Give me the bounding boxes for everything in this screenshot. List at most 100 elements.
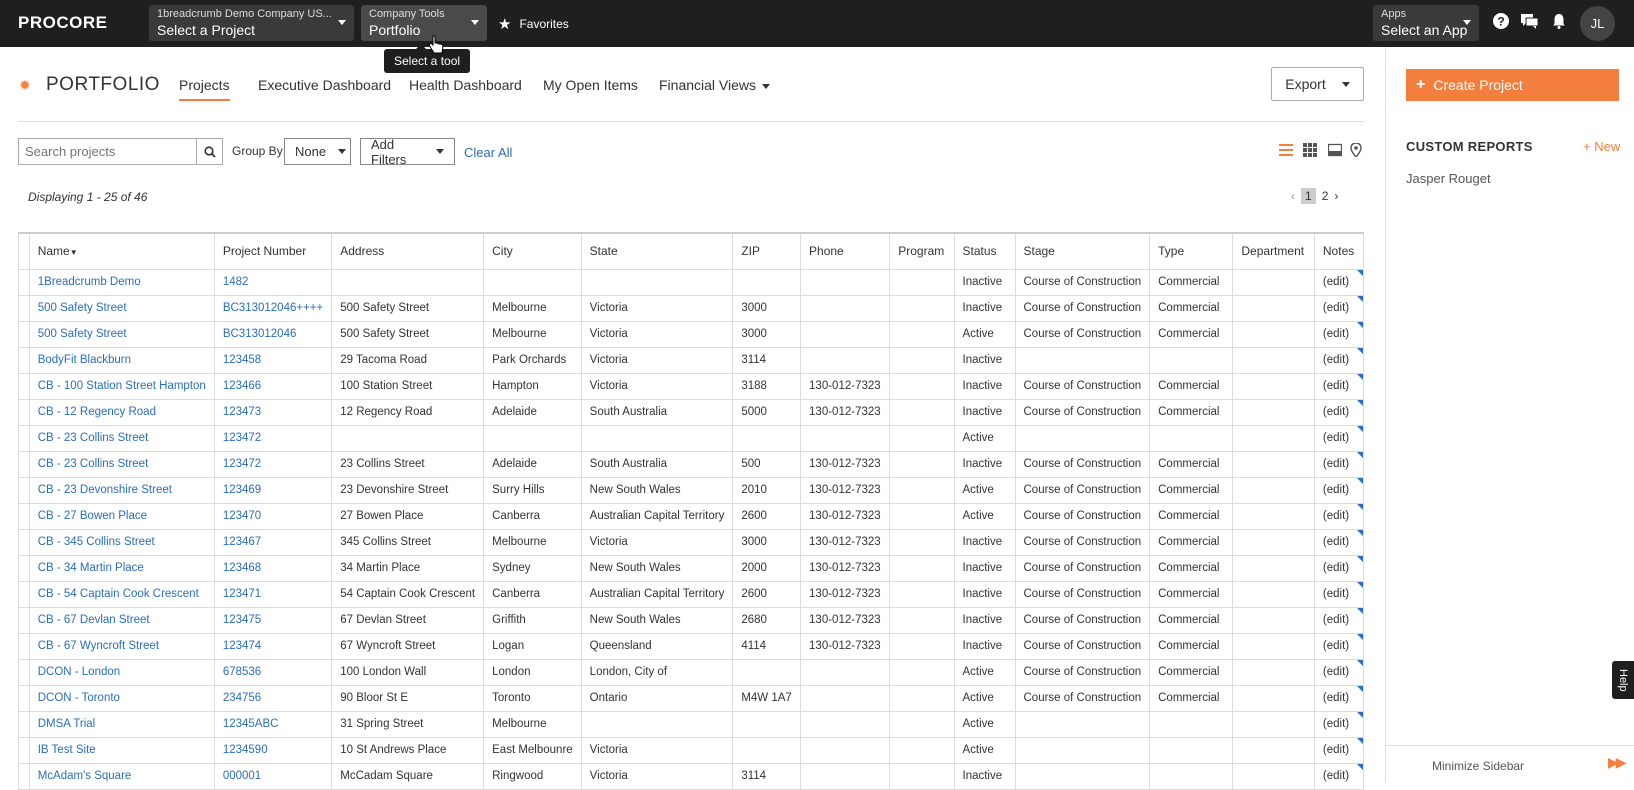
project-name-link[interactable]: CB - 23 Devonshire Street	[38, 484, 172, 496]
column-header-stage[interactable]: Stage	[1014, 232, 1151, 270]
edit-notes-link[interactable]: (edit)	[1323, 744, 1349, 756]
project-name-link[interactable]: CB - 23 Collins Street	[38, 432, 149, 444]
minimize-sidebar-label[interactable]: Minimize Sidebar	[1432, 759, 1524, 773]
project-name-link[interactable]: BodyFit Blackburn	[38, 354, 131, 366]
row-select-cell[interactable]	[18, 424, 30, 452]
project-number-link[interactable]: 123467	[223, 536, 261, 548]
map-pin-icon[interactable]	[1350, 142, 1362, 162]
row-select-cell[interactable]	[18, 502, 30, 530]
project-name-link[interactable]: 500 Safety Street	[38, 328, 127, 340]
notifications-bell-icon[interactable]	[1549, 13, 1569, 34]
prev-page-icon[interactable]: ‹	[1291, 189, 1295, 203]
project-name-link[interactable]: IB Test Site	[38, 744, 96, 756]
procore-logo[interactable]: PROCORE	[18, 13, 107, 33]
row-select-cell[interactable]	[18, 294, 30, 322]
row-select-cell[interactable]	[18, 554, 30, 582]
row-select-cell[interactable]	[18, 684, 30, 712]
project-number-link[interactable]: 123474	[223, 640, 261, 652]
edit-notes-link[interactable]: (edit)	[1323, 432, 1349, 444]
user-avatar[interactable]: JL	[1580, 6, 1615, 41]
project-name-link[interactable]: CB - 27 Bowen Place	[38, 510, 147, 522]
project-number-link[interactable]: 123471	[223, 588, 261, 600]
project-number-link[interactable]: 000001	[223, 770, 261, 782]
edit-notes-link[interactable]: (edit)	[1323, 588, 1349, 600]
clear-all-link[interactable]: Clear All	[464, 145, 512, 160]
edit-notes-link[interactable]: (edit)	[1323, 666, 1349, 678]
project-name-link[interactable]: CB - 67 Devlan Street	[38, 614, 150, 626]
project-number-link[interactable]: 678536	[223, 666, 261, 678]
edit-notes-link[interactable]: (edit)	[1323, 770, 1349, 782]
column-header-program[interactable]: Program	[889, 232, 955, 270]
project-number-link[interactable]: 123472	[223, 458, 261, 470]
tab-projects[interactable]: Projects	[179, 77, 230, 101]
project-name-link[interactable]: CB - 54 Captain Cook Crescent	[38, 588, 199, 600]
project-number-link[interactable]: 12345ABC	[223, 718, 279, 730]
edit-notes-link[interactable]: (edit)	[1323, 354, 1349, 366]
tab-health-dashboard[interactable]: Health Dashboard	[409, 77, 522, 93]
search-button[interactable]	[196, 138, 223, 165]
row-select-cell[interactable]	[18, 736, 30, 764]
edit-notes-link[interactable]: (edit)	[1323, 484, 1349, 496]
project-name-link[interactable]: CB - 23 Collins Street	[38, 458, 149, 470]
column-header-zip[interactable]: ZIP	[732, 232, 802, 270]
help-tab[interactable]: Help	[1612, 661, 1634, 699]
project-name-link[interactable]: CB - 12 Regency Road	[38, 406, 156, 418]
project-number-link[interactable]: 123472	[223, 432, 261, 444]
project-name-link[interactable]: CB - 345 Collins Street	[38, 536, 155, 548]
project-number-link[interactable]: BC313012046	[223, 328, 297, 340]
column-header-notes[interactable]: Notes	[1313, 232, 1365, 270]
column-header-project-number[interactable]: Project Number	[213, 232, 333, 270]
next-page-icon[interactable]: ›	[1334, 189, 1338, 203]
add-filters-select[interactable]: Add Filters	[360, 137, 455, 167]
project-name-link[interactable]: 500 Safety Street	[38, 302, 127, 314]
project-number-link[interactable]: 123468	[223, 562, 261, 574]
gear-icon[interactable]: ✹	[19, 77, 31, 94]
list-view-icon[interactable]	[1279, 143, 1293, 162]
double-chevron-right-icon[interactable]: ▶▶	[1608, 754, 1626, 771]
project-name-link[interactable]: CB - 67 Wyncroft Street	[38, 640, 159, 652]
edit-notes-link[interactable]: (edit)	[1323, 380, 1349, 392]
grid-view-icon[interactable]	[1303, 143, 1317, 162]
project-name-link[interactable]: McAdam's Square	[38, 770, 132, 782]
app-selector[interactable]: Apps Select an App	[1373, 5, 1479, 41]
custom-report-item[interactable]: Jasper Rouget	[1406, 171, 1491, 186]
project-number-link[interactable]: 234756	[223, 692, 261, 704]
column-header-address[interactable]: Address	[331, 232, 485, 270]
edit-notes-link[interactable]: (edit)	[1323, 510, 1349, 522]
project-selector[interactable]: 1breadcrumb Demo Company US... Select a …	[149, 5, 354, 41]
edit-notes-link[interactable]: (edit)	[1323, 718, 1349, 730]
project-number-link[interactable]: 1234590	[223, 744, 268, 756]
page-2[interactable]: 2	[1322, 189, 1329, 203]
column-header-city[interactable]: City	[483, 232, 582, 270]
create-project-button[interactable]: + Create Project	[1406, 69, 1619, 101]
row-select-cell[interactable]	[18, 658, 30, 686]
row-select-cell[interactable]	[18, 710, 30, 738]
column-header-department[interactable]: Department	[1232, 232, 1315, 270]
help-icon[interactable]: ?	[1491, 13, 1511, 34]
column-header-name[interactable]: Name▼	[28, 232, 215, 270]
project-name-link[interactable]: 1Breadcrumb Demo	[38, 276, 141, 288]
project-number-link[interactable]: 123470	[223, 510, 261, 522]
edit-notes-link[interactable]: (edit)	[1323, 276, 1349, 288]
column-header-status[interactable]: Status	[953, 232, 1016, 270]
column-header-type[interactable]: Type	[1149, 232, 1234, 270]
new-report-link[interactable]: + New	[1583, 139, 1620, 154]
project-number-link[interactable]: BC313012046++++	[223, 302, 323, 314]
project-name-link[interactable]: DMSA Trial	[38, 718, 96, 730]
row-select-cell[interactable]	[18, 346, 30, 374]
edit-notes-link[interactable]: (edit)	[1323, 406, 1349, 418]
column-header-state[interactable]: State	[580, 232, 734, 270]
row-select-cell[interactable]	[18, 762, 30, 790]
project-name-link[interactable]: DCON - Toronto	[38, 692, 120, 704]
tab-my-open-items[interactable]: My Open Items	[543, 77, 638, 93]
row-select-cell[interactable]	[18, 632, 30, 660]
row-select-cell[interactable]	[18, 476, 30, 504]
project-number-link[interactable]: 1482	[223, 276, 249, 288]
edit-notes-link[interactable]: (edit)	[1323, 458, 1349, 470]
row-select-cell[interactable]	[18, 450, 30, 478]
edit-notes-link[interactable]: (edit)	[1323, 562, 1349, 574]
edit-notes-link[interactable]: (edit)	[1323, 328, 1349, 340]
edit-notes-link[interactable]: (edit)	[1323, 302, 1349, 314]
row-select-cell[interactable]	[18, 372, 30, 400]
row-select-cell[interactable]	[18, 580, 30, 608]
